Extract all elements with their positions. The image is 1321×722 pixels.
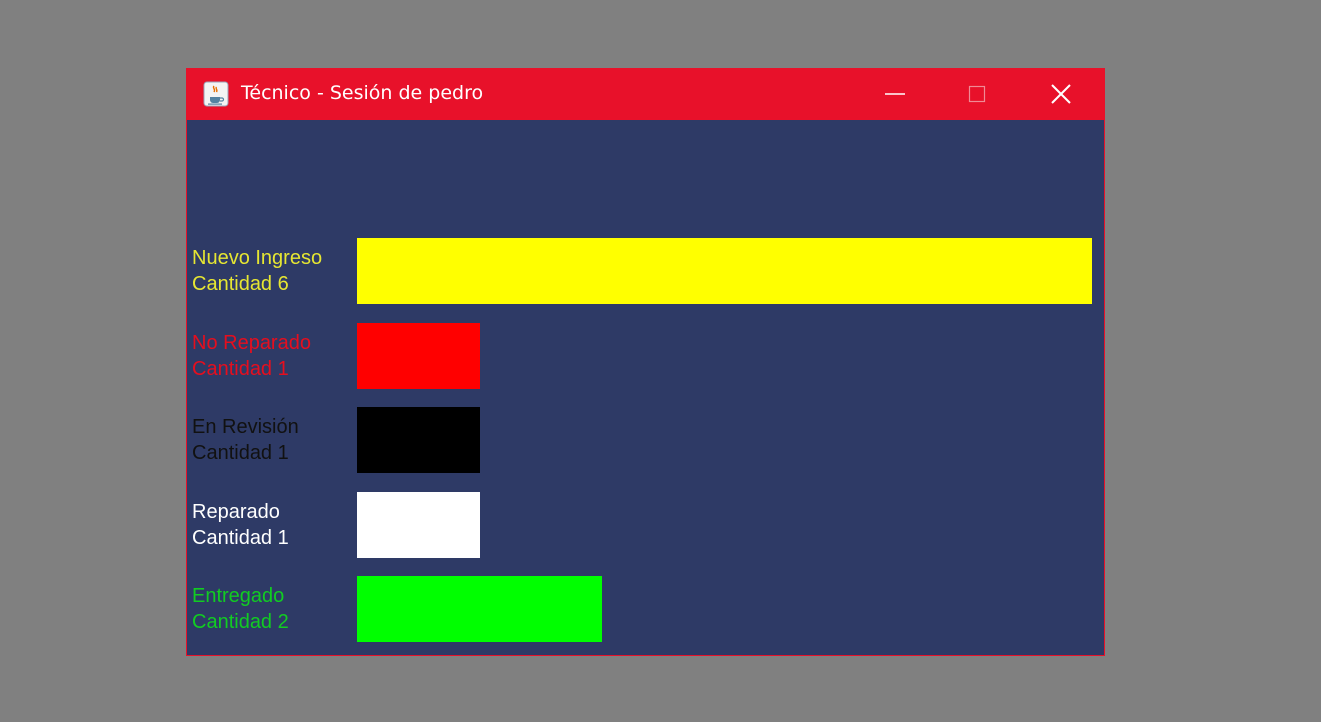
bar bbox=[357, 238, 1092, 304]
bar-label: Entregado Cantidad 2 bbox=[192, 583, 289, 635]
status-bar-chart: Nuevo Ingreso Cantidad 6 No Reparado Cantid… bbox=[187, 68, 1104, 656]
bar bbox=[357, 576, 602, 642]
app-window: Técnico - Sesión de pedro Nuevo Ingreso C… bbox=[186, 68, 1105, 656]
category-label: Nuevo Ingreso bbox=[192, 247, 323, 269]
quantity-label: Cantidad 6 bbox=[192, 273, 289, 295]
bar bbox=[357, 407, 480, 473]
quantity-label: Cantidad 1 bbox=[192, 442, 289, 464]
quantity-label: Cantidad 1 bbox=[192, 357, 289, 380]
bar-label: En Revisión Cantidad 1 bbox=[192, 414, 299, 466]
category-label: No Reparado bbox=[192, 331, 311, 354]
bar-label: Reparado Cantidad 1 bbox=[192, 499, 289, 551]
bar-label: Nuevo Ingreso Cantidad 6 bbox=[192, 245, 322, 297]
bar bbox=[357, 491, 480, 558]
bar-label: No Reparado Cantidad 1 bbox=[192, 330, 311, 382]
category-label: Reparado bbox=[192, 500, 280, 523]
quantity-label: Cantidad 1 bbox=[192, 526, 289, 549]
category-label: Entregado bbox=[192, 585, 285, 607]
quantity-label: Cantidad 2 bbox=[192, 611, 289, 633]
bar bbox=[357, 322, 480, 389]
category-label: En Revisión bbox=[192, 416, 299, 438]
